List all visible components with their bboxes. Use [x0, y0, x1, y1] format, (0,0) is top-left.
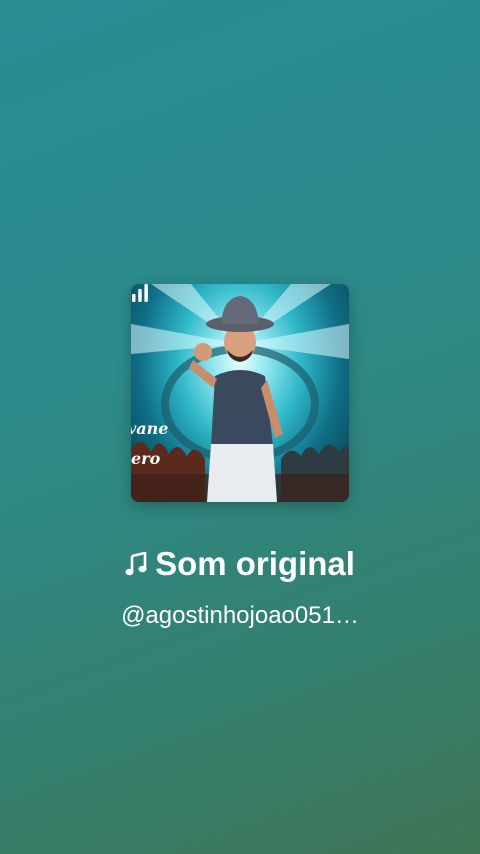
cover-artwork: vane ero — [131, 284, 349, 502]
album-cover[interactable]: vane ero — [131, 284, 349, 502]
cover-text-line-1: vane — [131, 419, 168, 438]
music-note-icon — [125, 552, 147, 576]
cover-text-line-2: ero — [131, 449, 161, 468]
sound-title-row[interactable]: Som original — [0, 542, 480, 586]
audio-bars-icon — [132, 284, 148, 302]
author-handle[interactable]: @agostinhojoao051… — [0, 600, 480, 632]
sound-title: Som original — [155, 545, 355, 582]
